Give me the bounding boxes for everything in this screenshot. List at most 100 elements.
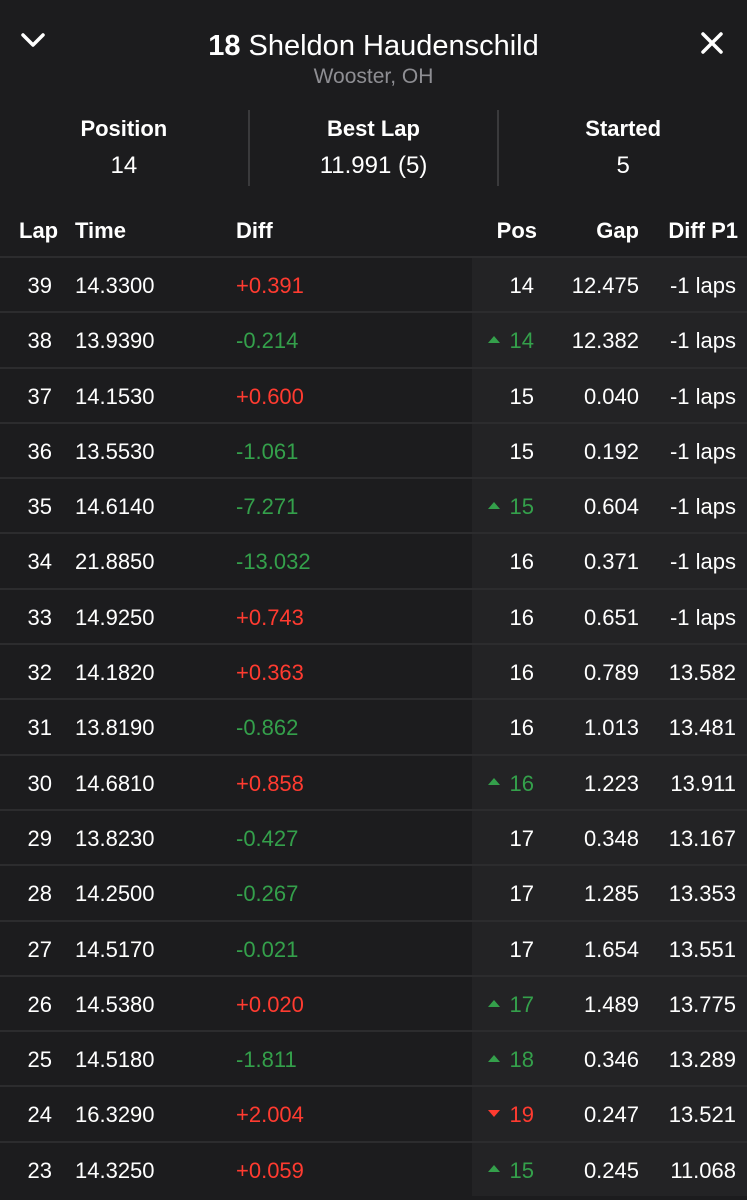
- gap-value: 12.382: [571, 328, 639, 354]
- column-header-gap[interactable]: Gap: [540, 218, 639, 244]
- lap-diff: -13.032: [236, 549, 311, 575]
- table-row: 32 14.1820 +0.363 16 0.789 13.582: [0, 643, 747, 699]
- table-header: Lap Time Diff Pos Gap Diff P1: [0, 210, 747, 252]
- column-header-pos[interactable]: Pos: [472, 218, 537, 244]
- table-row: 37 14.1530 +0.600 15 0.040 -1 laps: [0, 366, 747, 422]
- position-cell: 16: [472, 549, 534, 575]
- gap-value: 0.245: [583, 1157, 639, 1183]
- lap-time: 14.5380: [75, 991, 155, 1017]
- position-value: 16: [509, 660, 534, 686]
- lap-diff: -0.862: [236, 715, 299, 741]
- position-value: 16: [509, 604, 534, 630]
- lap-number: 34: [27, 549, 52, 575]
- arrow-up-icon: [487, 335, 500, 343]
- table-row: 31 13.8190 -0.862 16 1.013 13.481: [0, 698, 747, 754]
- lap-time: 14.1820: [75, 660, 155, 686]
- diff-p1-value: -1 laps: [669, 383, 736, 409]
- gap-value: 0.346: [583, 1047, 639, 1073]
- position-value: 17: [509, 881, 534, 907]
- lap-time: 14.5170: [75, 936, 155, 962]
- diff-p1-value: 13.353: [668, 881, 736, 907]
- summary-stats: Position 14 Best Lap 11.991 (5) Started …: [0, 108, 747, 188]
- position-cell: 14: [472, 328, 534, 354]
- position-cell: 16: [472, 660, 534, 686]
- column-header-diff[interactable]: Diff: [236, 218, 273, 244]
- position-cell: 17: [472, 992, 534, 1018]
- diff-p1-value: -1 laps: [669, 273, 736, 298]
- gap-value: 1.013: [583, 715, 639, 741]
- gap-value: 0.040: [583, 383, 639, 409]
- diff-p1-value: 13.167: [668, 825, 736, 851]
- lap-time: 14.6810: [75, 770, 155, 796]
- diff-p1-value: 13.582: [668, 660, 736, 686]
- table-row: 30 14.6810 +0.858 16 1.223 13.911: [0, 753, 747, 809]
- position-value: 15: [509, 494, 534, 520]
- column-header-lap[interactable]: Lap: [19, 218, 58, 244]
- lap-time: 14.2500: [75, 881, 155, 907]
- position-value: 19: [509, 1102, 534, 1128]
- table-row: 34 21.8850 -13.032 16 0.371 -1 laps: [0, 532, 747, 588]
- column-header-time[interactable]: Time: [75, 218, 126, 244]
- gap-value: 1.285: [583, 881, 639, 907]
- table-row: 26 14.5380 +0.020 17 1.489 13.775: [0, 974, 747, 1031]
- position-cell: 14: [472, 273, 534, 299]
- lap-diff: -0.267: [236, 881, 299, 907]
- lap-number: 28: [27, 881, 52, 907]
- stat-label: Started: [585, 116, 662, 141]
- position-cell: 15: [472, 1158, 534, 1184]
- gap-value: 0.604: [583, 494, 639, 520]
- table-row: 29 13.8230 -0.427 17 0.348 13.167: [0, 808, 747, 865]
- driver-name: Sheldon Haudenschild: [248, 30, 539, 62]
- lap-number: 27: [27, 936, 52, 962]
- position-cell: 16: [472, 771, 534, 797]
- position-value: 18: [509, 1047, 534, 1073]
- diff-p1-value: -1 laps: [669, 549, 736, 575]
- close-icon[interactable]: [699, 30, 725, 56]
- lap-diff: +0.020: [236, 991, 304, 1017]
- lap-diff: +0.059: [236, 1157, 304, 1183]
- position-cell: 16: [472, 605, 534, 631]
- stat-value: 11.991 (5): [319, 152, 428, 179]
- position-value: 14: [509, 328, 534, 354]
- table-row: 23 14.3250 +0.059 15 0.245 11.068: [0, 1140, 747, 1197]
- lap-number: 25: [27, 1047, 52, 1073]
- lap-diff: -0.427: [236, 825, 299, 851]
- car-number: 18: [208, 30, 241, 62]
- lap-number: 35: [27, 494, 52, 520]
- position-cell: 19: [472, 1102, 534, 1128]
- lap-diff: -0.214: [236, 328, 299, 354]
- stat-position: Position 14: [0, 108, 248, 188]
- gap-value: 0.371: [583, 549, 639, 575]
- diff-p1-value: 13.481: [668, 715, 736, 741]
- diff-p1-value: -1 laps: [669, 438, 736, 464]
- lap-number: 23: [27, 1157, 52, 1183]
- diff-p1-value: 13.551: [668, 936, 736, 962]
- lap-time: 14.3250: [75, 1157, 155, 1183]
- lap-diff: +2.004: [236, 1102, 304, 1128]
- table-row: 24 16.3290 +2.004 19 0.247 13.521: [0, 1085, 747, 1141]
- gap-value: 0.348: [583, 825, 639, 851]
- position-cell: 15: [472, 384, 534, 410]
- lap-time: 14.9250: [75, 604, 155, 630]
- lap-time: 13.8190: [75, 715, 155, 741]
- table-row: 35 14.6140 -7.271 15 0.604 -1 laps: [0, 477, 747, 533]
- diff-p1-value: 13.775: [668, 991, 736, 1017]
- position-cell: 15: [472, 439, 534, 465]
- lap-number: 37: [27, 383, 52, 409]
- lap-time: 16.3290: [75, 1102, 155, 1128]
- stat-started: Started 5: [499, 108, 747, 188]
- lap-diff: +0.363: [236, 660, 304, 686]
- arrow-up-icon: [487, 1165, 500, 1173]
- position-value: 16: [509, 770, 534, 796]
- gap-value: 0.789: [583, 660, 639, 686]
- diff-p1-value: -1 laps: [669, 604, 736, 630]
- column-header-diff-p1[interactable]: Diff P1: [640, 218, 738, 244]
- lap-number: 29: [27, 825, 52, 851]
- driver-title: 18 Sheldon Haudenschild: [0, 30, 747, 63]
- lap-number: 38: [27, 328, 52, 354]
- arrow-down-icon: [487, 1110, 500, 1118]
- lap-time: 14.1530: [75, 383, 155, 409]
- position-value: 17: [509, 936, 534, 962]
- table-row: 28 14.2500 -0.267 17 1.285 13.353: [0, 864, 747, 920]
- position-value: 15: [509, 1157, 534, 1183]
